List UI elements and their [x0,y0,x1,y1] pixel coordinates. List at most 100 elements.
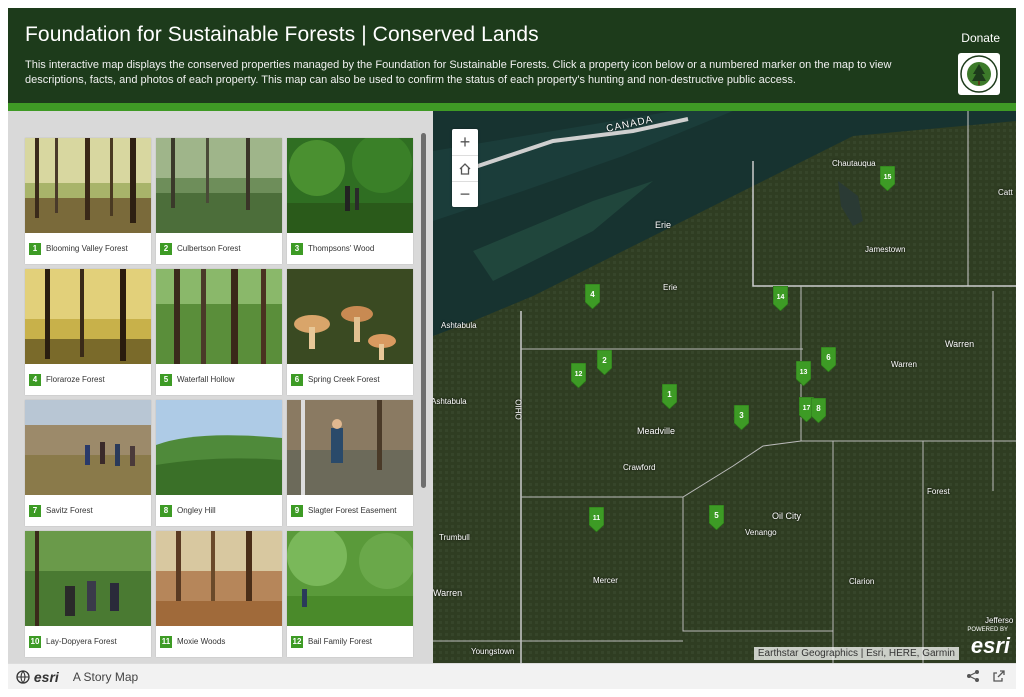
property-gallery[interactable]: 1 Blooming Valley Forest 2 Culbertson Fo… [8,111,433,663]
home-button[interactable] [452,155,478,181]
property-number-badge: 12 [291,635,303,648]
gallery-tile-6[interactable]: 6 Spring Creek Forest [287,269,413,395]
map-label-warren-city: Warren [945,339,975,349]
globe-icon [16,669,30,684]
property-name: Culbertson Forest [177,244,241,253]
gallery-tile-2[interactable]: 2 Culbertson Forest [156,138,282,264]
property-name: Lay-Dopyera Forest [46,637,117,646]
donate-link[interactable]: Donate [961,31,1000,45]
map-label-jefferson: Jefferso [985,616,1014,625]
page-description: This interactive map displays the conser… [25,59,892,86]
property-name: Savitz Forest [46,506,93,515]
gallery-scrollbar[interactable] [421,133,426,488]
map-marker-1[interactable]: 1 [661,383,678,410]
map-marker-number: 15 [884,174,892,181]
property-photo [287,138,413,233]
home-icon [459,162,471,175]
story-map-label: A Story Map [72,669,139,684]
property-name: Waterfall Hollow [177,375,235,384]
map-view[interactable]: + − CANADA Erie Erie Chautauqua Jamestow… [433,111,1016,663]
property-number-badge: 10 [29,635,41,648]
property-photo [25,269,151,364]
gallery-tile-10[interactable]: 10 Lay-Dopyera Forest [25,531,151,657]
property-name: Slagter Forest Easement [308,506,397,515]
esri-map-logo[interactable]: esri [971,633,1010,659]
property-photo [25,138,151,233]
property-number-badge: 9 [291,504,303,517]
map-label-venango: Venango [745,528,777,537]
map-label-erie-county: Erie [663,283,678,292]
map-marker-number: 3 [739,411,744,420]
property-number-badge: 7 [29,504,41,517]
gallery-tile-4[interactable]: 4 Floraroze Forest [25,269,151,395]
map-marker-3[interactable]: 3 [733,404,750,431]
gallery-tile-1[interactable]: 1 Blooming Valley Forest [25,138,151,264]
map-label-mercer: Mercer [593,576,618,585]
property-photo [156,269,282,364]
map-marker-8[interactable]: 8 [810,397,827,424]
property-name: Blooming Valley Forest [46,244,128,253]
map-marker-12[interactable]: 12 [570,362,587,389]
property-number-badge: 5 [160,373,172,386]
map-label-ashtabula-city: Ashtabula [441,321,477,330]
zoom-controls: + − [452,129,478,207]
map-label-catt: Catt [998,188,1013,197]
open-new-window-icon[interactable] [992,669,1006,686]
property-name: Thompsons' Wood [308,244,375,253]
map-marker-number: 17 [803,405,811,412]
property-photo [25,400,151,495]
map-label-crawford: Crawford [623,463,656,472]
map-attribution: Earthstar Geographics | Esri, HERE, Garm… [753,647,959,660]
map-marker-6[interactable]: 6 [820,346,837,373]
property-photo [156,531,282,626]
map-label-warren-county: Warren [891,360,917,369]
page-title: Foundation for Sustainable Forests | Con… [25,23,539,46]
map-marker-11[interactable]: 11 [588,506,605,533]
map-marker-number: 6 [826,353,831,362]
gallery-tile-11[interactable]: 11 Moxie Woods [156,531,282,657]
gallery-tile-12[interactable]: 12 Bail Family Forest [287,531,413,657]
property-photo [25,531,151,626]
map-label-ashtabula-county: Ashtabula [433,397,467,406]
map-marker-number: 8 [816,404,821,413]
map-label-warren-oh: Warren [433,588,463,598]
esri-footer-logo[interactable]: esri [16,669,59,685]
share-icon[interactable] [966,669,980,686]
gallery-tile-9[interactable]: 9 Slagter Forest Easement [287,400,413,526]
story-map-footer: esri A Story Map [8,663,1016,689]
map-marker-14[interactable]: 14 [772,285,789,312]
map-marker-number: 14 [777,294,785,301]
map-label-meadville: Meadville [637,426,676,436]
map-marker-13[interactable]: 13 [795,360,812,387]
gallery-tile-7[interactable]: 7 Savitz Forest [25,400,151,526]
property-number-badge: 2 [160,242,172,255]
property-number-badge: 8 [160,504,172,517]
property-photo [156,400,282,495]
map-label-oil-city: Oil City [772,511,801,521]
foundation-logo[interactable] [958,53,1000,95]
property-number-badge: 1 [29,242,41,255]
property-name: Moxie Woods [177,637,226,646]
property-name: Spring Creek Forest [308,375,380,384]
property-name: Ongley Hill [177,506,216,515]
zoom-out-button[interactable]: − [452,181,478,207]
map-basemap [433,111,1016,663]
zoom-in-button[interactable]: + [452,129,478,155]
map-label-erie-city: Erie [655,220,672,230]
map-marker-2[interactable]: 2 [596,349,613,376]
map-marker-number: 13 [800,369,808,376]
property-photo [287,400,413,495]
gallery-tile-8[interactable]: 8 Ongley Hill [156,400,282,526]
map-marker-number: 4 [590,290,595,299]
map-marker-4[interactable]: 4 [584,283,601,310]
map-marker-15[interactable]: 15 [879,165,896,192]
map-marker-number: 5 [714,511,719,520]
gallery-tile-3[interactable]: 3 Thompsons' Wood [287,138,413,264]
gallery-tile-5[interactable]: 5 Waterfall Hollow [156,269,282,395]
property-number-badge: 11 [160,635,172,648]
property-photo [287,531,413,626]
header-accent-stripe [8,103,1016,111]
map-label-jamestown: Jamestown [865,245,906,254]
map-label-youngstown: Youngstown [471,647,515,656]
map-marker-5[interactable]: 5 [708,504,725,531]
